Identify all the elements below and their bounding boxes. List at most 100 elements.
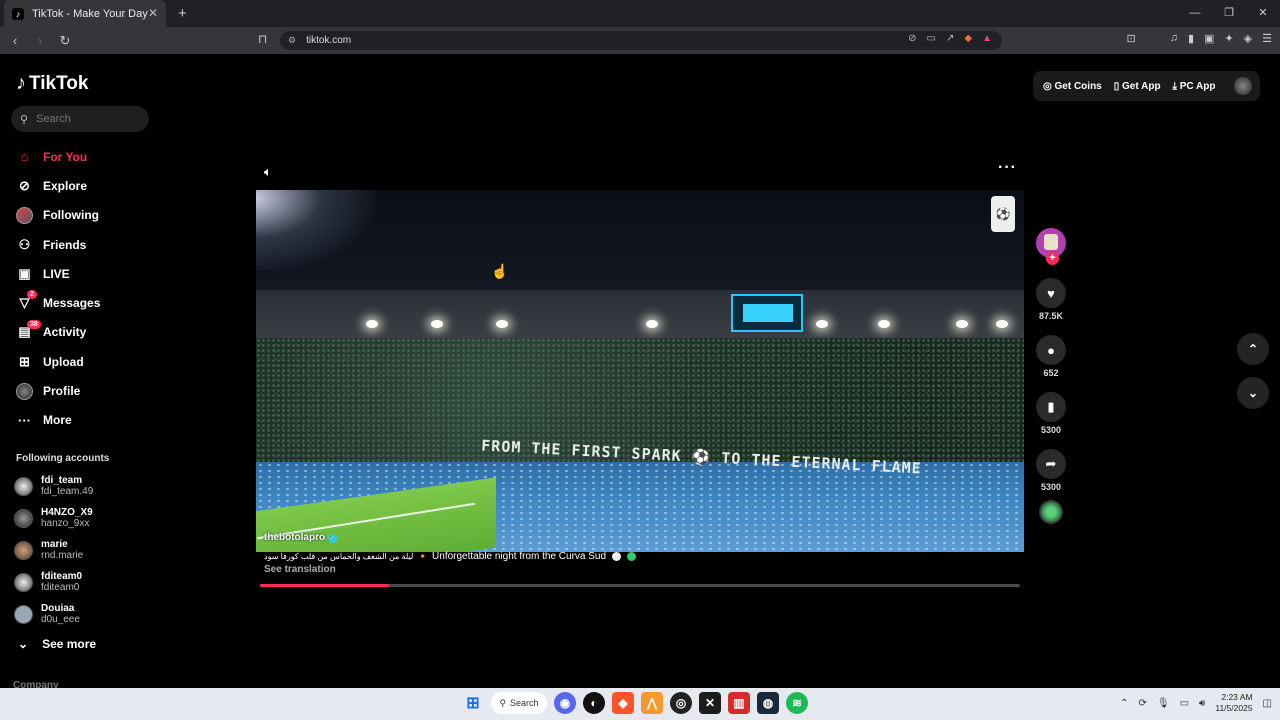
top-actions: ◎ Get Coins ▯ Get App ⤓ PC App xyxy=(1033,71,1260,101)
wallet-icon[interactable]: ▣ xyxy=(1204,32,1214,45)
share-icon[interactable]: ↗ xyxy=(946,33,954,44)
sidebar-item-upload[interactable]: ⊞ Upload xyxy=(16,347,156,376)
video-progress-bar[interactable] xyxy=(260,584,1020,587)
no-tracking-icon[interactable]: ⊘ xyxy=(908,33,916,44)
see-translation-link[interactable]: See translation xyxy=(264,564,336,575)
restore-icon[interactable]: ❐ xyxy=(1212,0,1246,27)
media-icon[interactable]: ♫ xyxy=(1170,32,1178,45)
clock[interactable]: 2:23 AM 11/5/2025 xyxy=(1215,692,1252,714)
reload-icon[interactable]: ↻ xyxy=(55,33,75,49)
logo-text: TikTok xyxy=(29,72,89,94)
list-item[interactable]: marie rnd.marie xyxy=(14,534,154,566)
search-placeholder: Search xyxy=(36,113,71,125)
sidebar-item-friends[interactable]: ⚇ Friends xyxy=(16,230,156,259)
music-disc-icon[interactable] xyxy=(1039,500,1063,524)
list-item[interactable]: fdi_team fdi_team.49 xyxy=(14,470,154,502)
forward-icon[interactable]: › xyxy=(30,33,50,48)
cast-icon[interactable]: ▭ xyxy=(927,33,936,44)
get-app-button[interactable]: ▯ Get App xyxy=(1114,81,1161,92)
pc-app-button[interactable]: ⤓ PC App xyxy=(1173,81,1216,92)
address-bar[interactable]: ⚙ tiktok.com ⊘ ▭ ↗ ◆ ▲ xyxy=(280,31,1002,50)
tab-search-icon[interactable]: ⊡ xyxy=(1127,32,1136,45)
share-button[interactable]: ➦ 5300 xyxy=(1034,449,1068,492)
sidebar-item-label: Following xyxy=(43,208,99,223)
minimize-icon[interactable]: — xyxy=(1178,0,1212,27)
bookmark-icon[interactable]: ⊓ xyxy=(258,32,267,46)
sidebar-item-more[interactable]: ··· More xyxy=(16,406,156,435)
caption-arabic: ليلة من الشغف والحماس من قلب كورفا سود xyxy=(264,552,414,561)
account-name: H4NZO_X9 xyxy=(41,507,93,518)
like-button[interactable]: ♥ 87.5K xyxy=(1034,278,1068,321)
volume-icon[interactable]: 🔈︎ xyxy=(264,164,272,180)
search-input[interactable]: ⚲ Search xyxy=(11,106,149,132)
save-button[interactable]: ▮ 5300 xyxy=(1034,392,1068,435)
activity-badge: 38 xyxy=(27,319,41,329)
close-window-icon[interactable]: ✕ xyxy=(1246,0,1280,27)
creator-avatar[interactable]: + xyxy=(1036,228,1066,265)
list-item[interactable]: H4NZO_X9 hanzo_9xx xyxy=(14,502,154,534)
username-text: thebotolapro xyxy=(264,532,326,543)
comment-button[interactable]: ● 652 xyxy=(1034,335,1068,378)
windows-start-icon[interactable]: ⊞ xyxy=(462,692,484,714)
more-icon: ··· xyxy=(18,412,31,428)
comment-icon: ● xyxy=(1036,335,1066,365)
chevron-up-icon[interactable]: ⌃ xyxy=(1120,698,1128,709)
account-handle: hanzo_9xx xyxy=(41,518,90,529)
orange-app-icon[interactable]: ⋀ xyxy=(641,692,663,714)
network-icon[interactable]: ▭ xyxy=(1180,698,1189,709)
video-username[interactable]: thebotolapro ✓ xyxy=(264,532,338,543)
sync-icon[interactable]: ⟳ xyxy=(1139,698,1147,709)
follow-plus-icon[interactable]: + xyxy=(1046,252,1059,265)
rewards-icon[interactable]: ▲ xyxy=(982,33,992,44)
avatar[interactable] xyxy=(1233,77,1252,95)
next-video-button[interactable]: ⌄ xyxy=(1237,377,1269,409)
site-info-icon[interactable]: ⚙ xyxy=(288,35,296,46)
discord-icon[interactable]: ◉ xyxy=(554,692,576,714)
sidebar-item-messages[interactable]: ▽ 2 Messages xyxy=(16,288,156,317)
sidebar-item-profile[interactable]: Profile xyxy=(16,376,156,405)
previous-video-button[interactable]: ⌃ xyxy=(1237,333,1269,365)
sidebar-item-live[interactable]: ▣ LIVE xyxy=(16,259,156,288)
browser-tab[interactable]: ♪ TikTok - Make Your Day ✕ xyxy=(4,0,166,27)
save-count: 5300 xyxy=(1040,425,1062,435)
get-coins-button[interactable]: ◎ Get Coins xyxy=(1043,81,1102,92)
upload-icon: ⊞ xyxy=(19,353,30,369)
avatar xyxy=(14,572,33,592)
notification-icon[interactable]: ◫ xyxy=(1263,698,1272,709)
sidebar-item-for-you[interactable]: ⌂ For You xyxy=(16,142,156,171)
red-app-icon[interactable]: ▥ xyxy=(728,692,750,714)
video-player[interactable]: FROM THE FIRST SPARK ⚽ TO THE ETERNAL FL… xyxy=(256,190,1024,552)
microphone-icon[interactable]: 🎙︎ xyxy=(1157,698,1170,709)
menu-icon[interactable]: ☰ xyxy=(1262,32,1272,45)
sidebar-item-following[interactable]: Following xyxy=(16,201,156,230)
chevron-up-icon: ⌃ xyxy=(1247,342,1259,356)
new-tab-icon[interactable]: + xyxy=(178,5,187,22)
close-tab-icon[interactable]: ✕ xyxy=(148,6,158,20)
obs-icon[interactable]: ◎ xyxy=(670,692,692,714)
see-more-button[interactable]: ⌄ See more xyxy=(18,637,96,651)
sidebar-item-activity[interactable]: ▤ 38 Activity xyxy=(16,318,156,347)
sidebar-item-label: For You xyxy=(43,149,88,164)
taskbar-search[interactable]: ⚲ Search xyxy=(491,692,547,714)
list-item[interactable]: fditeam0 fditeam0 xyxy=(14,566,154,598)
brave-icon[interactable]: ◆ xyxy=(612,692,634,714)
tiktok-favicon-icon: ♪ xyxy=(12,7,24,20)
back-icon[interactable]: ‹ xyxy=(5,33,25,48)
steam-icon[interactable]: ◍ xyxy=(757,692,779,714)
search-icon: ⚲ xyxy=(20,113,29,126)
tiktok-logo[interactable]: ♪ TikTok xyxy=(16,72,88,95)
editor-icon[interactable]: ✕ xyxy=(699,692,721,714)
list-item[interactable]: Douiaa d0u_eee xyxy=(14,598,154,630)
spotify-icon[interactable]: ≋ xyxy=(786,692,808,714)
comment-count: 652 xyxy=(1043,368,1059,378)
sidebar-item-explore[interactable]: ⊘ Explore xyxy=(16,171,156,200)
github-icon[interactable]: ◐ xyxy=(583,692,605,714)
taskbar-apps: ⊞ ⚲ Search ◉ ◐ ◆ ⋀ ◎ ✕ ▥ ◍ ≋ xyxy=(462,692,808,714)
sidebar-icon[interactable]: ▮ xyxy=(1188,32,1194,45)
vpn-icon[interactable]: ◈ xyxy=(1244,32,1252,45)
ai-icon[interactable]: ✦ xyxy=(1224,32,1233,45)
volume-icon[interactable]: 🔊︎ xyxy=(1199,698,1205,709)
fire-emoji-icon: ✦ xyxy=(419,552,427,561)
more-options-icon[interactable]: ··· xyxy=(998,159,1017,177)
shield-icon[interactable]: ◆ xyxy=(964,33,972,44)
